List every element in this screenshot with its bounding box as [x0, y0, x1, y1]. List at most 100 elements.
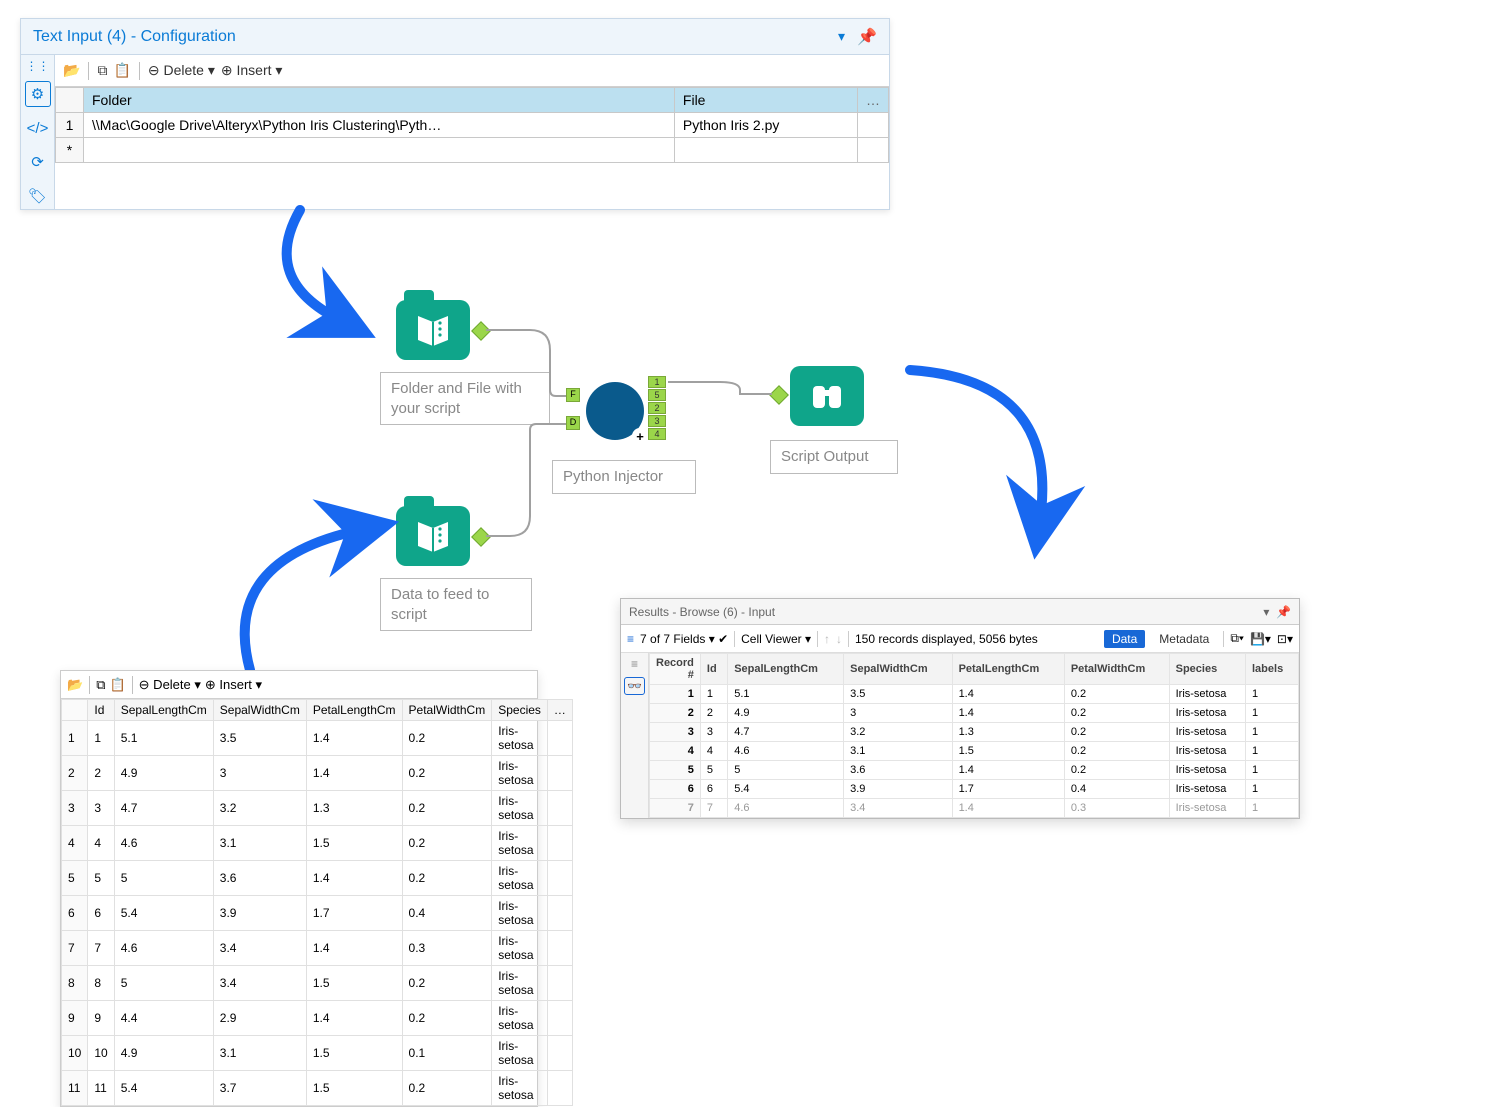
port-3[interactable]: 3: [648, 415, 666, 427]
port-5[interactable]: 5: [648, 389, 666, 401]
chevron-down-icon[interactable]: ▾: [1263, 605, 1269, 619]
drag-handle-icon[interactable]: ⋮⋮: [26, 59, 50, 73]
col-Species[interactable]: Species: [1169, 654, 1245, 685]
table-row[interactable]: 665.43.91.70.4Iris-setosa: [62, 896, 573, 931]
folder-open-icon[interactable]: 📂: [63, 62, 80, 79]
col-folder[interactable]: Folder: [84, 88, 675, 113]
col-…[interactable]: …: [547, 700, 572, 721]
col-PetalWidthCm[interactable]: PetalWidthCm: [1064, 654, 1169, 685]
table-row[interactable]: 334.73.21.30.2Iris-setosa1: [650, 723, 1299, 742]
tab-data[interactable]: Data: [1104, 630, 1145, 648]
col-SepalWidthCm[interactable]: SepalWidthCm: [844, 654, 952, 685]
popout-icon[interactable]: ⊡▾: [1277, 632, 1293, 646]
node-text-input-data[interactable]: [396, 506, 470, 566]
arrow-down-icon[interactable]: ↓: [836, 632, 842, 646]
col-PetalLengthCm[interactable]: PetalLengthCm: [306, 700, 402, 721]
row-1-file[interactable]: Python Iris 2.py: [674, 113, 857, 138]
table-row[interactable]: 224.931.40.2Iris-setosa: [62, 756, 573, 791]
table-row[interactable]: 8853.41.50.2Iris-setosa: [62, 966, 573, 1001]
table-row[interactable]: 224.931.40.2Iris-setosa1: [650, 704, 1299, 723]
col-Species[interactable]: Species: [492, 700, 548, 721]
col-Id[interactable]: Id: [700, 654, 727, 685]
config-main: 📂 ⧉ 📋 ⊖ Delete ▾ ⊕ Insert ▾ Folder File …: [55, 55, 889, 209]
table-row[interactable]: 5553.61.40.2Iris-setosa: [62, 861, 573, 896]
table-row[interactable]: 10104.93.11.50.1Iris-setosa: [62, 1036, 573, 1071]
macro-port-d[interactable]: D: [566, 416, 580, 430]
port-1[interactable]: 1: [648, 376, 666, 388]
table-row[interactable]: 115.13.51.40.2Iris-setosa: [62, 721, 573, 756]
cell-viewer-dropdown[interactable]: Cell Viewer ▾: [741, 632, 811, 646]
fields-dropdown[interactable]: 7 of 7 Fields ▾ ✔: [640, 632, 728, 646]
results-panel: Results - Browse (6) - Input ▾ 📌 ≡ 7 of …: [620, 598, 1300, 819]
xml-icon[interactable]: </>: [25, 115, 51, 141]
col-SepalLengthCm[interactable]: SepalLengthCm: [114, 700, 213, 721]
col-rownum[interactable]: [62, 700, 88, 721]
col-SepalWidthCm[interactable]: SepalWidthCm: [213, 700, 306, 721]
plus-icon: +: [632, 428, 648, 444]
clipboard-icon[interactable]: 📋: [113, 62, 130, 79]
results-sidebar: ≡ 👓: [621, 653, 649, 818]
clipboard-icon[interactable]: 📋: [109, 677, 125, 693]
pin-icon[interactable]: 📌: [857, 27, 877, 47]
chevron-down-icon[interactable]: ▾: [838, 28, 845, 45]
table-row[interactable]: 665.43.91.70.4Iris-setosa1: [650, 780, 1299, 799]
config-panel: Text Input (4) - Configuration ▾ 📌 ⋮⋮ ⚙ …: [20, 18, 890, 210]
macro-label: Python Injector: [552, 460, 696, 494]
data-toolbar: 📂 ⧉ 📋 ⊖ Delete ▾ ⊕ Insert ▾: [61, 671, 537, 699]
macro-port-f[interactable]: F: [566, 388, 580, 402]
output-label: Script Output: [770, 440, 898, 474]
node-2-label: Data to feed to script: [380, 578, 532, 631]
pin-icon[interactable]: 📌: [1276, 605, 1291, 619]
node-text-input-script[interactable]: [396, 300, 470, 360]
col-Record#[interactable]: Record #: [650, 654, 701, 685]
hamburger-icon[interactable]: ≡: [631, 657, 638, 671]
col-PetalWidthCm[interactable]: PetalWidthCm: [402, 700, 492, 721]
binoculars-icon[interactable]: 👓: [624, 677, 645, 695]
save-icon[interactable]: 💾▾: [1250, 632, 1271, 646]
table-row[interactable]: 994.42.91.40.2Iris-setosa: [62, 1001, 573, 1036]
row-1-folder[interactable]: \\Mac\Google Drive\Alteryx\Python Iris C…: [84, 113, 675, 138]
col-Id[interactable]: Id: [88, 700, 114, 721]
results-toolbar: ≡ 7 of 7 Fields ▾ ✔ Cell Viewer ▾ ↑ ↓ 15…: [621, 625, 1299, 653]
gear-icon[interactable]: ⚙: [25, 81, 51, 107]
refresh-icon[interactable]: ⟳: [25, 149, 51, 175]
table-row[interactable]: 334.73.21.30.2Iris-setosa: [62, 791, 573, 826]
node-browse[interactable]: [790, 366, 864, 426]
insert-button[interactable]: ⊕ Insert ▾: [205, 677, 262, 693]
hamburger-icon[interactable]: ≡: [627, 632, 634, 646]
table-row[interactable]: 5553.61.40.2Iris-setosa1: [650, 761, 1299, 780]
results-grid[interactable]: Record #IdSepalLengthCmSepalWidthCmPetal…: [649, 653, 1299, 818]
arrow-up-icon[interactable]: ↑: [824, 632, 830, 646]
macro-output-ports: 1 5 2 3 4: [648, 376, 666, 440]
row-new-num: *: [56, 138, 84, 163]
table-row[interactable]: 444.63.11.50.2Iris-setosa1: [650, 742, 1299, 761]
copy-icon[interactable]: ⧉: [97, 62, 107, 79]
copy-icon[interactable]: ⧉▾: [1230, 631, 1244, 646]
config-title: Text Input (4) - Configuration: [33, 28, 236, 46]
more-cols-icon[interactable]: …: [858, 88, 889, 113]
tag-icon[interactable]: 🏷: [25, 183, 51, 209]
insert-button[interactable]: ⊕ Insert ▾: [221, 62, 283, 79]
config-grid[interactable]: Folder File … 1 \\Mac\Google Drive\Alter…: [55, 87, 889, 163]
col-PetalLengthCm[interactable]: PetalLengthCm: [952, 654, 1064, 685]
book-icon: [413, 310, 453, 350]
port-4[interactable]: 4: [648, 428, 666, 440]
tab-metadata[interactable]: Metadata: [1151, 630, 1217, 648]
port-2[interactable]: 2: [648, 402, 666, 414]
col-file[interactable]: File: [674, 88, 857, 113]
table-row[interactable]: 11115.43.71.50.2Iris-setosa: [62, 1071, 573, 1106]
table-row[interactable]: 774.63.41.40.3Iris-setosa: [62, 931, 573, 966]
data-panel: 📂 ⧉ 📋 ⊖ Delete ▾ ⊕ Insert ▾ IdSepalLengt…: [60, 670, 538, 1107]
folder-open-icon[interactable]: 📂: [67, 677, 83, 693]
table-row[interactable]: 774.63.41.40.3Iris-setosa1: [650, 799, 1299, 818]
table-row[interactable]: 115.13.51.40.2Iris-setosa1: [650, 685, 1299, 704]
table-row[interactable]: 444.63.11.50.2Iris-setosa: [62, 826, 573, 861]
col-SepalLengthCm[interactable]: SepalLengthCm: [728, 654, 844, 685]
results-title: Results - Browse (6) - Input: [629, 605, 775, 619]
row-1-num: 1: [56, 113, 84, 138]
copy-icon[interactable]: ⧉: [96, 677, 105, 693]
data-grid[interactable]: IdSepalLengthCmSepalWidthCmPetalLengthCm…: [61, 699, 573, 1106]
delete-button[interactable]: ⊖ Delete ▾: [148, 62, 215, 79]
col-labels[interactable]: labels: [1246, 654, 1299, 685]
delete-button[interactable]: ⊖ Delete ▾: [139, 677, 201, 693]
